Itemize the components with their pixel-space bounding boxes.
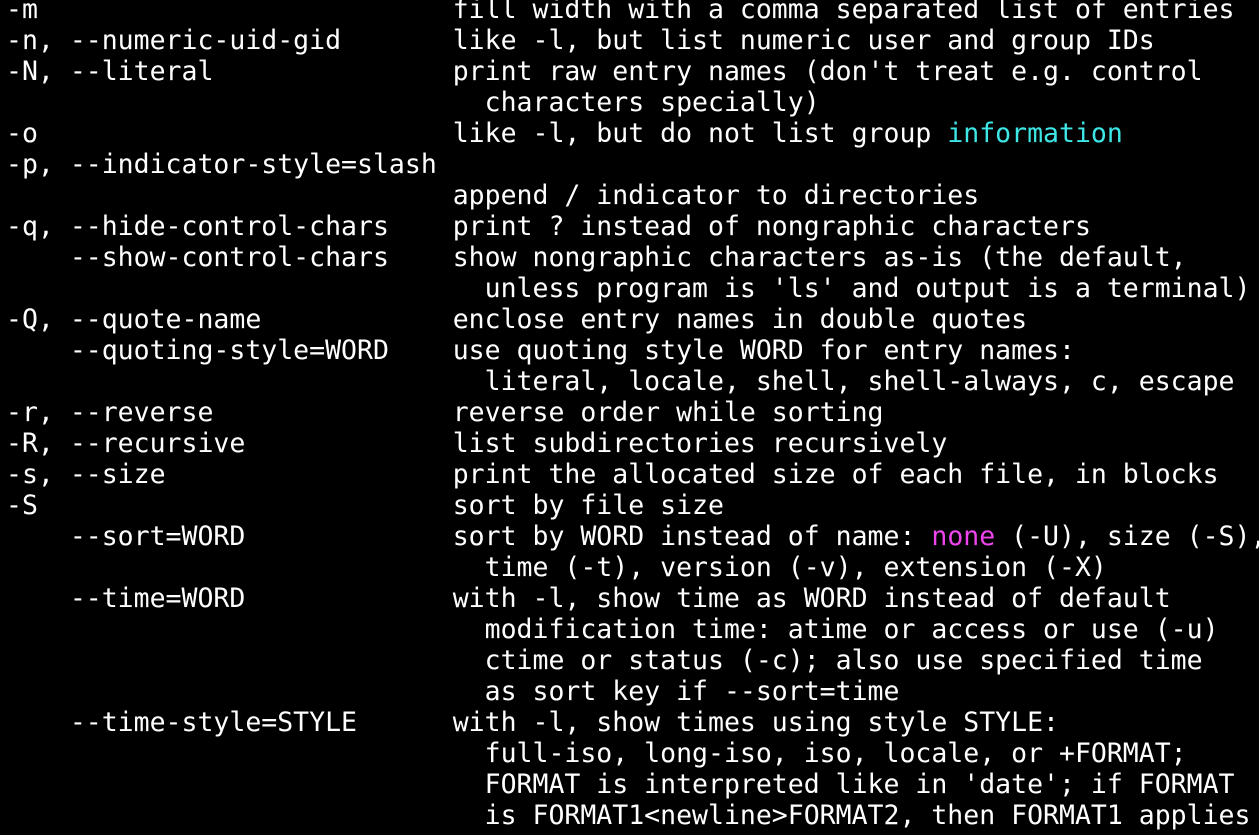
terminal-line: unless program is 'ls' and output is a t… bbox=[6, 273, 1259, 304]
terminal-text: as sort key if --sort=time bbox=[6, 676, 900, 707]
terminal-text: -s, --size print the allocated size of e… bbox=[6, 459, 1219, 490]
terminal-text: --show-control-chars show nongraphic cha… bbox=[6, 242, 1187, 273]
terminal-text: ctime or status (-c); also use specified… bbox=[6, 645, 1203, 676]
terminal-line: -N, --literal print raw entry names (don… bbox=[6, 56, 1259, 87]
terminal-line: ctime or status (-c); also use specified… bbox=[6, 645, 1259, 676]
terminal-line: -Q, --quote-name enclose entry names in … bbox=[6, 304, 1259, 335]
terminal-text: modification time: atime or access or us… bbox=[6, 614, 1219, 645]
terminal-line: full-iso, long-iso, iso, locale, or +FOR… bbox=[6, 738, 1259, 769]
terminal-line: as sort key if --sort=time bbox=[6, 676, 1259, 707]
terminal-line: literal, locale, shell, shell-always, c,… bbox=[6, 366, 1259, 397]
terminal-line: -R, --recursive list subdirectories recu… bbox=[6, 428, 1259, 459]
terminal-text: --time-style=STYLE with -l, show times u… bbox=[6, 707, 1059, 738]
terminal-line: --quoting-style=WORD use quoting style W… bbox=[6, 335, 1259, 366]
terminal-text: --quoting-style=WORD use quoting style W… bbox=[6, 335, 1075, 366]
terminal-text: (-U), size (-S), bbox=[995, 521, 1259, 552]
terminal-text: full-iso, long-iso, iso, locale, or +FOR… bbox=[6, 738, 1187, 769]
terminal-line: -s, --size print the allocated size of e… bbox=[6, 459, 1259, 490]
terminal-text: -S sort by file size bbox=[6, 490, 724, 521]
terminal-line: -r, --reverse reverse order while sortin… bbox=[6, 397, 1259, 428]
terminal-line: -m fill width with a comma separated lis… bbox=[6, 0, 1259, 25]
highlighted-text: none bbox=[931, 521, 996, 552]
terminal-text: -Q, --quote-name enclose entry names in … bbox=[6, 304, 1028, 335]
highlighted-text: information bbox=[947, 118, 1123, 149]
terminal-line: -n, --numeric-uid-gid like -l, but list … bbox=[6, 25, 1259, 56]
terminal-text: -p, --indicator-style=slash bbox=[6, 149, 437, 180]
terminal-line: is FORMAT1<newline>FORMAT2, then FORMAT1… bbox=[6, 800, 1259, 831]
terminal-text: is FORMAT1<newline>FORMAT2, then FORMAT1… bbox=[6, 800, 1251, 831]
terminal-text: time (-t), version (-v), extension (-X) bbox=[6, 552, 1107, 583]
terminal-line: -p, --indicator-style=slash bbox=[6, 149, 1259, 180]
terminal-line: time (-t), version (-v), extension (-X) bbox=[6, 552, 1259, 583]
terminal-line: modification time: atime or access or us… bbox=[6, 614, 1259, 645]
terminal-line: --time-style=STYLE with -l, show times u… bbox=[6, 707, 1259, 738]
terminal-text: -R, --recursive list subdirectories recu… bbox=[6, 428, 948, 459]
terminal-text: -m fill width with a comma separated lis… bbox=[6, 0, 1235, 25]
terminal-text: unless program is 'ls' and output is a t… bbox=[6, 273, 1251, 304]
terminal-output[interactable]: -m fill width with a comma separated lis… bbox=[6, 0, 1259, 835]
terminal-text: -r, --reverse reverse order while sortin… bbox=[6, 397, 884, 428]
terminal-text: -N, --literal print raw entry names (don… bbox=[6, 56, 1203, 87]
terminal-line: --show-control-chars show nongraphic cha… bbox=[6, 242, 1259, 273]
terminal-text: literal, locale, shell, shell-always, c,… bbox=[6, 366, 1235, 397]
terminal-line: -o like -l, but do not list group inform… bbox=[6, 118, 1259, 149]
terminal-line: --time=WORD with -l, show time as WORD i… bbox=[6, 583, 1259, 614]
terminal-text: --sort=WORD sort by WORD instead of name… bbox=[6, 521, 932, 552]
terminal-text: characters specially) bbox=[6, 87, 820, 118]
terminal-line: append / indicator to directories bbox=[6, 180, 1259, 211]
terminal-text: FORMAT is interpreted like in 'date'; if… bbox=[6, 769, 1235, 800]
terminal-text: -n, --numeric-uid-gid like -l, but list … bbox=[6, 25, 1155, 56]
terminal-line: -q, --hide-control-chars print ? instead… bbox=[6, 211, 1259, 242]
terminal-line: --sort=WORD sort by WORD instead of name… bbox=[6, 521, 1259, 552]
terminal-line: FORMAT is interpreted like in 'date'; if… bbox=[6, 769, 1259, 800]
terminal-text: append / indicator to directories bbox=[6, 180, 980, 211]
terminal-text: --time=WORD with -l, show time as WORD i… bbox=[6, 583, 1171, 614]
terminal-line: -S sort by file size bbox=[6, 490, 1259, 521]
terminal-text: -q, --hide-control-chars print ? instead… bbox=[6, 211, 1091, 242]
terminal-line: characters specially) bbox=[6, 87, 1259, 118]
terminal-text: -o like -l, but do not list group bbox=[6, 118, 948, 149]
